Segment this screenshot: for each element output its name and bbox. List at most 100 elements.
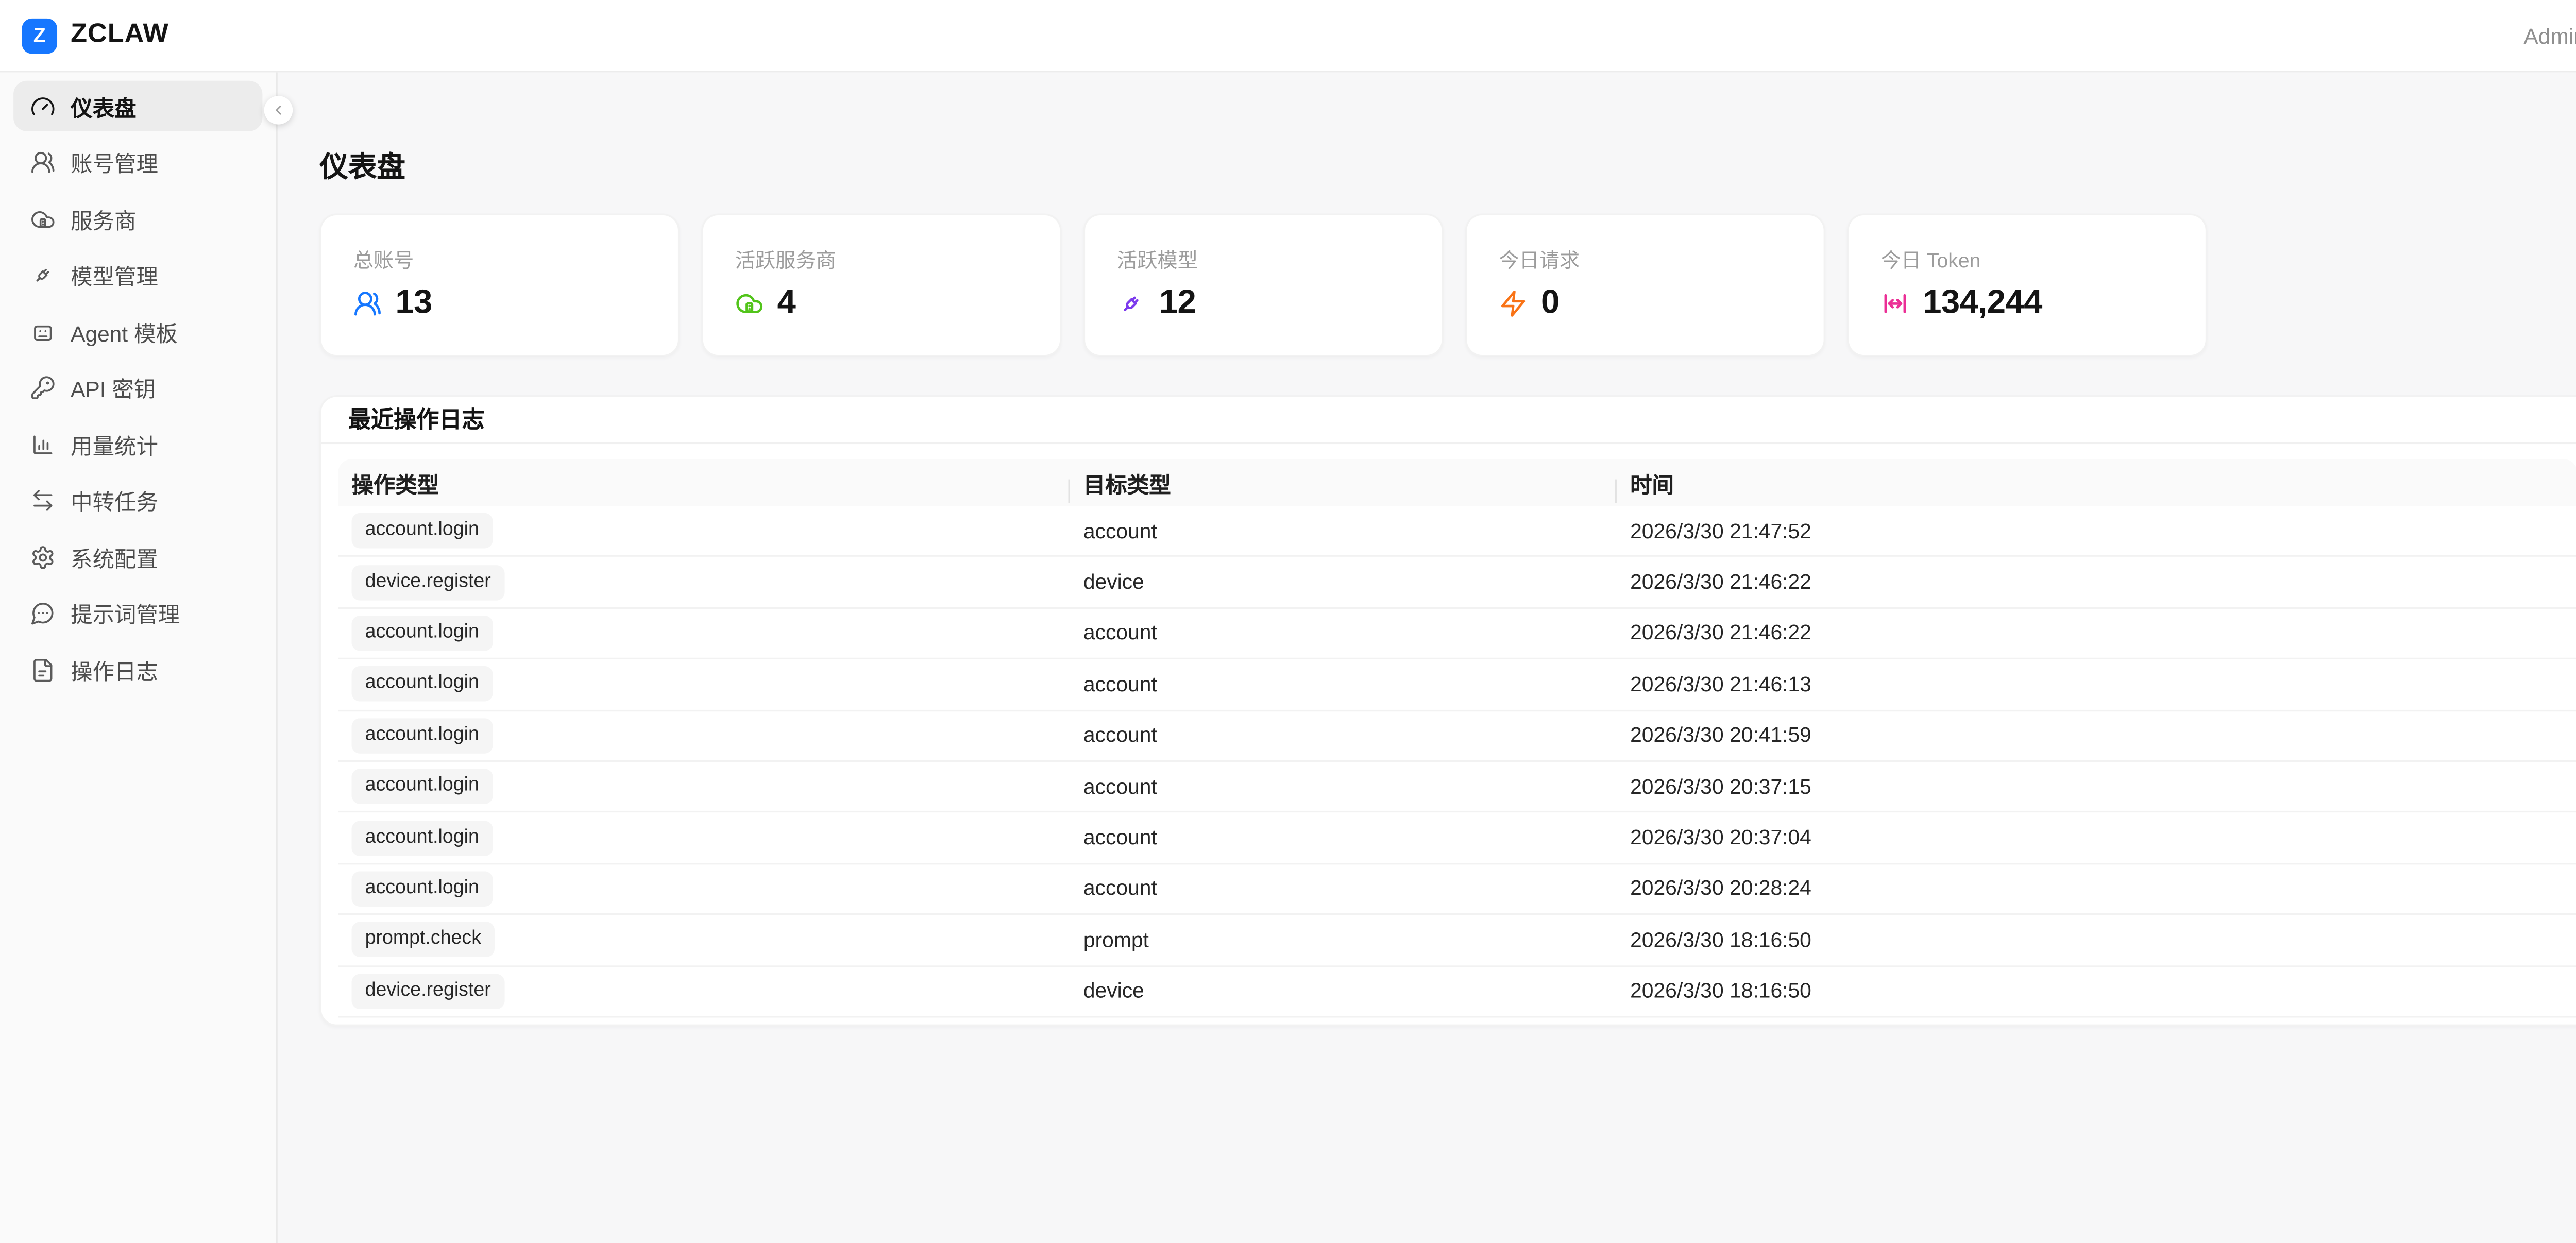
log-cell-operation: account.login <box>338 667 1070 702</box>
gauge-icon <box>30 93 56 118</box>
stat-cards-row: 总账号 13 活跃服务商 4 活跃模型 12 今日请求 0 今日 Token 134,244 <box>319 214 2576 357</box>
sidebar-item-dashboard[interactable]: 仪表盘 <box>13 81 262 131</box>
log-table-row: device.registerdevice2026/3/30 18:16:50 <box>338 966 2576 1017</box>
log-table-row: account.login account2026/3/30 21:47:52 <box>338 506 2576 557</box>
stat-card-label: 活跃服务商 <box>735 249 1027 273</box>
log-table-row: account.login account2026/3/30 21:46:22 <box>338 608 2576 659</box>
file-text-icon <box>30 657 56 682</box>
transfer-icon <box>30 488 56 513</box>
users-icon <box>30 150 56 175</box>
logs-table: 操作类型目标类型时间 account.loginaccount2026/3/30… <box>338 459 2576 1017</box>
log-cell-target: account <box>1070 519 1617 543</box>
log-cell-target: account <box>1070 826 1617 849</box>
stat-card-value: 134,244 <box>1923 284 2042 321</box>
bot-icon <box>30 319 56 344</box>
top-header: Z ZCLAW Admin <box>0 0 2576 72</box>
recent-logs-panel: 最近操作日志 操作类型目标类型时间 account.loginaccount20… <box>319 395 2576 1026</box>
sidebar-item-agent-templates[interactable]: Agent 模板 <box>13 306 262 356</box>
stat-card-value-row: 12 <box>1117 284 1409 321</box>
log-cell-operation: account.login <box>338 769 1070 804</box>
app-logo-letter: Z <box>33 24 46 47</box>
log-cell-time: 2026/3/30 21:47:52 <box>1617 519 2576 543</box>
cloud-server-icon <box>735 288 764 317</box>
log-table-row: device.register device2026/3/30 21:46:22 <box>338 557 2576 608</box>
log-cell-time: 2026/3/30 20:41:59 <box>1617 724 2576 747</box>
sidebar-item-accounts[interactable]: 账号管理 <box>13 137 262 188</box>
chevron-left-icon <box>270 95 285 125</box>
page-title: 仪表盘 <box>319 72 2576 183</box>
stat-card-label: 今日请求 <box>1499 249 1791 273</box>
log-cell-target: account <box>1070 621 1617 645</box>
log-cell-operation: account.login <box>338 514 1070 549</box>
operation-type-tag: device.register <box>351 974 504 1009</box>
main-content: 仪表盘 总账号 13 活跃服务商 4 活跃模型 12 今日请求 0 今日 Token 134,24… <box>278 72 2576 1243</box>
sidebar-item-system-config[interactable]: 系统配置 <box>13 532 262 582</box>
sidebar-item-api-keys[interactable]: API 密钥 <box>13 363 262 413</box>
log-cell-time: 2026/3/30 21:46:22 <box>1617 621 2576 645</box>
log-cell-time: 2026/3/30 21:46:22 <box>1617 570 2576 594</box>
plug-icon <box>30 262 56 287</box>
stat-card-label: 活跃模型 <box>1117 249 1409 273</box>
operation-type-tag: account.login <box>351 616 493 651</box>
logs-column-header-1: 目标类型 <box>1070 467 1617 499</box>
operation-type-tag: device.register <box>351 565 504 600</box>
key-icon <box>30 375 56 400</box>
token-width-icon <box>1881 288 1910 317</box>
sidebar: 仪表盘账号管理服务商模型管理 Agent 模板 API 密钥用量统计中转任务系统配置… <box>0 72 278 1243</box>
bar-chart-icon <box>30 432 56 457</box>
zap-icon <box>1499 288 1528 317</box>
user-menu[interactable]: Admin <box>2523 23 2576 48</box>
log-cell-target: account <box>1070 673 1617 696</box>
stat-card-label: 总账号 <box>353 249 646 273</box>
sidebar-item-relay-tasks[interactable]: 中转任务 <box>13 475 262 525</box>
gear-icon <box>30 544 56 569</box>
operation-type-tag: prompt.check <box>351 923 495 958</box>
sidebar-item-models[interactable]: 模型管理 <box>13 250 262 300</box>
stat-card-today-tokens: 今日 Token 134,244 <box>1847 214 2206 357</box>
log-cell-operation: device.register <box>338 974 1070 1009</box>
log-cell-target: account <box>1070 775 1617 798</box>
plug-icon <box>1117 288 1146 317</box>
stat-card-value-row: 4 <box>735 284 1027 321</box>
sidebar-item-label: 操作日志 <box>71 654 158 686</box>
sidebar-item-label: 仪表盘 <box>71 90 136 122</box>
logs-table-header: 操作类型目标类型时间 <box>338 459 2576 506</box>
sidebar-item-label: Agent 模板 <box>71 315 178 347</box>
sidebar-item-label: API 密钥 <box>71 372 156 404</box>
logs-column-header-0: 操作类型 <box>338 467 1070 499</box>
sidebar-item-prompts[interactable]: 提示词管理 <box>13 588 262 638</box>
sidebar-item-label: 模型管理 <box>71 259 158 291</box>
log-cell-target: device <box>1070 570 1617 594</box>
log-cell-time: 2026/3/30 20:28:24 <box>1617 877 2576 901</box>
sidebar-item-label: 系统配置 <box>71 541 158 573</box>
cloud-server-icon <box>30 206 56 231</box>
logs-column-header-2: 时间 <box>1617 467 2576 499</box>
log-cell-time: 2026/3/30 18:16:50 <box>1617 928 2576 952</box>
stat-card-value: 4 <box>777 284 796 321</box>
recent-logs-title: 最近操作日志 <box>321 397 2576 444</box>
sidebar-item-providers[interactable]: 服务商 <box>13 194 262 244</box>
logs-table-body: account.loginaccount2026/3/30 21:47:52de… <box>338 506 2576 1017</box>
sidebar-item-label: 账号管理 <box>71 146 158 178</box>
log-cell-operation: account.login <box>338 871 1070 906</box>
log-cell-operation: account.login <box>338 616 1070 651</box>
stat-card-today-requests: 今日请求 0 <box>1465 214 1824 357</box>
log-cell-time: 2026/3/30 21:46:13 <box>1617 673 2576 696</box>
sidebar-item-operation-logs[interactable]: 操作日志 <box>13 644 262 695</box>
log-table-row: account.login account2026/3/30 20:28:24 <box>338 864 2576 915</box>
stat-card-value-row: 0 <box>1499 284 1791 321</box>
stat-card-active-models: 活跃模型 12 <box>1083 214 1443 357</box>
users-icon <box>353 288 382 317</box>
stat-card-total-accounts: 总账号 13 <box>319 214 679 357</box>
stat-card-value-row: 13 <box>353 284 646 321</box>
operation-type-tag: account.login <box>351 718 493 753</box>
log-cell-target: account <box>1070 877 1617 901</box>
sidebar-item-usage-stats[interactable]: 用量统计 <box>13 419 262 469</box>
log-table-row: account.loginaccount2026/3/30 20:41:59 <box>338 711 2576 762</box>
sidebar-item-label: 用量统计 <box>71 428 158 460</box>
log-cell-target: device <box>1070 979 1617 1003</box>
stat-card-label: 今日 Token <box>1881 249 2173 273</box>
log-table-row: prompt.checkprompt2026/3/30 18:16:50 <box>338 915 2576 966</box>
operation-type-tag: account.login <box>351 871 493 906</box>
operation-type-tag: account.login <box>351 514 493 549</box>
